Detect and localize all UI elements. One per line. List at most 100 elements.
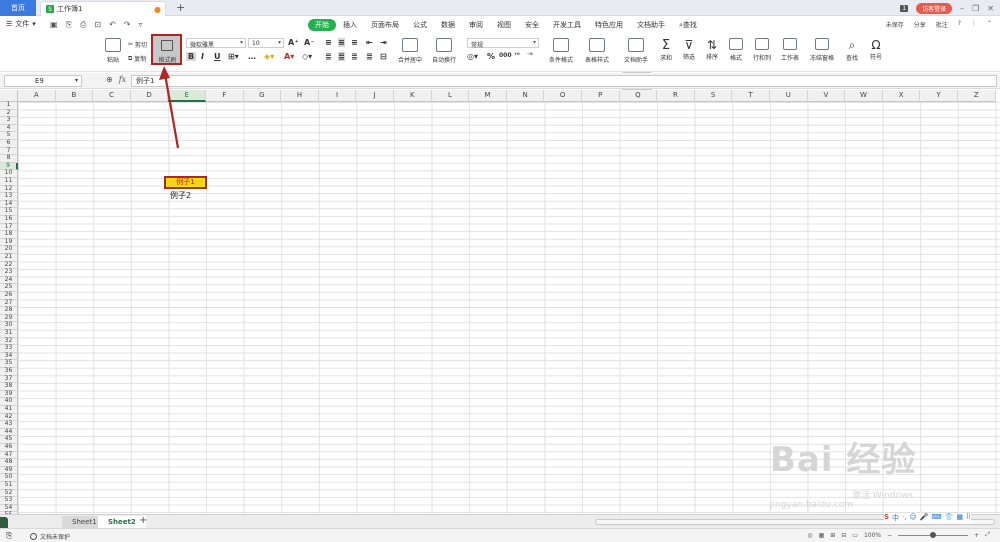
column-header-n[interactable]: N (506, 90, 545, 102)
font-family-select[interactable]: 微软雅黑 (186, 38, 246, 49)
column-header-f[interactable]: F (206, 90, 244, 102)
sum-button[interactable]: Σ 求和 (660, 38, 672, 62)
freeze-panes-button[interactable]: 冻结窗格 (810, 38, 834, 62)
eye-protect-icon[interactable]: ◎ (807, 532, 812, 539)
outdent-icon[interactable]: ⇥ (380, 38, 387, 47)
ime-toolbox-icon[interactable]: ▦ (956, 513, 963, 523)
tab-doc-helper[interactable]: 文档助手 (630, 19, 672, 31)
ime-keyboard-icon[interactable]: ⌨ (932, 513, 942, 523)
paste-button[interactable]: 粘贴 (105, 38, 121, 64)
ime-emoji-icon[interactable]: ☺ (910, 513, 917, 523)
print-preview-icon[interactable]: ⊡ (94, 20, 101, 30)
column-header-u[interactable]: U (770, 90, 808, 102)
export-pdf-icon[interactable]: ⎘ (66, 20, 72, 30)
home-tab[interactable]: 首页 (0, 0, 36, 16)
column-header-k[interactable]: K (394, 90, 432, 102)
undo-icon[interactable]: ↶ (109, 20, 116, 30)
ime-logo-icon[interactable]: S (884, 513, 889, 523)
file-menu[interactable]: ☰ 文件 ▾ (6, 19, 36, 29)
doc-helper-button[interactable]: 文档助手 (624, 38, 648, 64)
decrease-decimal-icon[interactable]: ⁻⁰ (527, 52, 533, 59)
tab-special-apps[interactable]: 特色应用 (588, 19, 630, 31)
align-bottom-icon[interactable]: ≡ (351, 38, 358, 47)
tab-security[interactable]: 安全 (518, 19, 546, 31)
reading-mode-icon[interactable]: ▭ (852, 532, 858, 539)
close-icon[interactable]: ✕ (987, 4, 994, 13)
zoom-icon[interactable]: ⊕ (106, 75, 113, 84)
font-color-icon[interactable]: A▾ (284, 52, 294, 61)
number-format-select[interactable]: 常规 (467, 38, 539, 49)
macro-icon[interactable]: ⎘ (6, 531, 12, 541)
column-header-d[interactable]: D (130, 90, 169, 102)
customize-icon[interactable]: ▿ (138, 20, 142, 30)
ime-chinese-mode[interactable]: 中 (892, 513, 899, 523)
comment-button[interactable]: 批注 (936, 20, 948, 29)
column-header-v[interactable]: V (807, 90, 846, 102)
conditional-format-button[interactable]: 条件格式 (549, 38, 573, 64)
column-header-j[interactable]: J (356, 90, 394, 102)
more-icon[interactable]: ⋮ (971, 20, 977, 29)
column-header-p[interactable]: P (582, 90, 620, 102)
column-header-g[interactable]: G (243, 90, 282, 102)
cut-button[interactable]: ✂ 剪切 (128, 40, 147, 49)
merge-center-button[interactable]: 合并居中 (398, 38, 422, 64)
restore-icon[interactable]: ❐ (972, 4, 979, 13)
ime-voice-icon[interactable]: 🎤 (920, 513, 929, 523)
find-button[interactable]: ⌕ 查找 (846, 38, 858, 62)
ime-punctuation-icon[interactable]: ·, (902, 513, 906, 523)
column-header-q[interactable]: Q (619, 90, 658, 102)
percent-button[interactable]: % (487, 52, 495, 61)
document-protection-status[interactable]: 文档未保护 (30, 532, 70, 541)
row-column-button[interactable]: 行和列 (753, 38, 771, 62)
format-painter-button[interactable]: 格式刷 (151, 34, 182, 65)
clear-format-icon[interactable]: ◇▾ (302, 52, 312, 61)
guest-login-button[interactable]: 访客登录 (916, 2, 953, 14)
zoom-in-icon[interactable]: + (974, 532, 979, 539)
distributed-icon[interactable]: ⊟ (380, 52, 387, 61)
tab-insert[interactable]: 插入 (336, 19, 364, 31)
worksheet-button[interactable]: 工作表 (781, 38, 799, 62)
more-font-icon[interactable]: … (248, 52, 256, 61)
sort-button[interactable]: ⇅ 排序 (706, 38, 718, 61)
insert-function-icon[interactable]: fx (119, 75, 126, 84)
align-middle-icon[interactable]: ≡ (338, 38, 345, 47)
ime-skin-icon[interactable]: 👕 (945, 513, 954, 523)
table-style-button[interactable]: 表格样式 (585, 38, 609, 64)
currency-icon[interactable]: ◎▾ (467, 52, 478, 61)
wrap-text-button[interactable]: 自动换行 (432, 38, 456, 64)
name-box[interactable]: E9 (4, 75, 82, 87)
tab-data[interactable]: 数据 (434, 19, 462, 31)
tab-page-layout[interactable]: 页面布局 (364, 19, 406, 31)
decrease-font-icon[interactable]: A⁻ (304, 38, 314, 47)
align-right-icon[interactable]: ≣ (351, 52, 358, 61)
filter-button[interactable]: ⊽ 筛选 (683, 38, 695, 61)
column-header-h[interactable]: H (281, 90, 319, 102)
tab-formulas[interactable]: 公式 (406, 19, 434, 31)
new-tab-button[interactable]: + (176, 1, 185, 14)
page-break-icon[interactable]: ⊟ (841, 532, 846, 539)
redo-icon[interactable]: ↷ (124, 20, 131, 30)
symbol-button[interactable]: Ω 符号 (870, 38, 882, 61)
zoom-level[interactable]: 100% (864, 532, 881, 539)
align-top-icon[interactable]: ≡ (325, 38, 332, 47)
font-size-select[interactable]: 10 (248, 38, 284, 48)
cell-e10[interactable]: 例子2 (170, 190, 191, 201)
normal-view-icon[interactable]: ▦ (819, 532, 825, 539)
formula-input[interactable]: 例子1 (131, 75, 997, 87)
justify-icon[interactable]: ≣ (366, 52, 373, 61)
help-icon[interactable]: ? (958, 20, 961, 29)
underline-button[interactable]: U (214, 52, 221, 61)
column-header-x[interactable]: X (882, 90, 921, 102)
save-icon[interactable]: ▣ (50, 20, 58, 30)
tab-home[interactable]: 开始 (308, 19, 336, 31)
copy-button[interactable]: ⧉ 复制 (128, 54, 146, 64)
column-header-z[interactable]: Z (958, 90, 996, 102)
column-header-a[interactable]: A (18, 90, 56, 102)
cell-e9[interactable]: 例子1 (164, 176, 207, 189)
tab-view[interactable]: 视图 (490, 19, 518, 31)
increase-decimal-icon[interactable]: ⁺⁰ (514, 52, 520, 59)
column-header-t[interactable]: T (732, 90, 770, 102)
indent-icon[interactable]: ⇤ (366, 38, 373, 47)
zoom-slider[interactable] (898, 531, 969, 538)
search-command[interactable]: ⌕查找 (672, 19, 704, 31)
